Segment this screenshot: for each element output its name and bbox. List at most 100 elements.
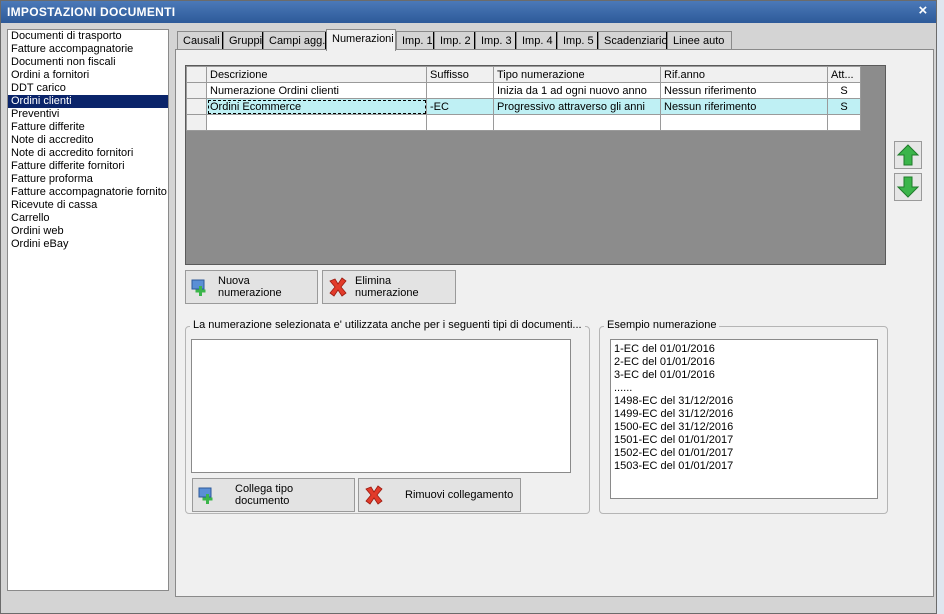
doc-type-item[interactable]: Ordini eBay (8, 238, 168, 251)
grid-row[interactable] (186, 114, 861, 131)
arrow-down-icon (896, 176, 920, 198)
doc-type-item[interactable]: Documenti di trasporto (8, 30, 168, 43)
title-bar: IMPOSTAZIONI DOCUMENTI × (1, 1, 936, 23)
cell-attivo[interactable]: S (827, 82, 861, 99)
grid-header-row: Descrizione Suffisso Tipo numerazione Ri… (186, 66, 861, 83)
cell-tipo-numerazione[interactable]: Progressivo attraverso gli anni (493, 98, 661, 115)
doc-type-item[interactable]: Ordini web (8, 225, 168, 238)
example-line: 1502-EC del 01/01/2017 (614, 447, 734, 459)
cell-attivo[interactable] (827, 114, 861, 131)
doc-type-item[interactable]: Fatture proforma (8, 173, 168, 186)
numbering-grid[interactable]: Descrizione Suffisso Tipo numerazione Ri… (186, 66, 861, 131)
doc-type-item[interactable]: Fatture accompagnatorie fornito (8, 186, 168, 199)
column-header-tipo-numerazione[interactable]: Tipo numerazione (493, 66, 661, 83)
doc-type-item[interactable]: Fatture differite fornitori (8, 160, 168, 173)
background-strip (937, 0, 944, 614)
example-line: 1501-EC del 01/01/2017 (614, 434, 734, 446)
tab-scadenziario[interactable]: Scadenziario (598, 31, 668, 50)
example-line: 1498-EC del 31/12/2016 (614, 395, 734, 407)
example-line: 2-EC del 01/01/2016 (614, 356, 715, 368)
tab-campi-agg[interactable]: Campi agg. (263, 31, 326, 50)
cell-descrizione[interactable]: Ordini Ecommerce (206, 98, 427, 115)
doc-type-item[interactable]: DDT carico (8, 82, 168, 95)
doc-type-item[interactable]: Fatture differite (8, 121, 168, 134)
settings-panel: Causali Gruppi Campi agg. Numerazioni Imp. 1… (175, 29, 934, 597)
delete-numbering-button[interactable]: Elimina numerazione (322, 270, 456, 304)
doc-type-item[interactable]: Note di accredito (8, 134, 168, 147)
tab-linee-auto[interactable]: Linee auto (667, 31, 732, 50)
red-x-icon (329, 277, 347, 297)
example-line: 3-EC del 01/01/2016 (614, 369, 715, 381)
tab-numerazioni[interactable]: Numerazioni (326, 29, 396, 51)
cell-descrizione[interactable] (206, 114, 427, 131)
doc-type-item[interactable]: Ordini clienti (8, 95, 168, 108)
new-numbering-button[interactable]: Nuova numerazione (185, 270, 318, 304)
close-icon: × (918, 2, 928, 19)
numerazioni-tab-content: Descrizione Suffisso Tipo numerazione Ri… (175, 49, 934, 597)
grid-row[interactable]: Numerazione Ordini clienti Inizia da 1 ad… (186, 82, 861, 99)
numbering-grid-area: Descrizione Suffisso Tipo numerazione Ri… (185, 65, 886, 265)
example-line: 1503-EC del 01/01/2017 (614, 460, 734, 472)
grid-row[interactable]: Ordini Ecommerce -EC Progressivo attravers… (186, 98, 861, 115)
cell-suffisso[interactable] (426, 82, 494, 99)
column-header-attivo[interactable]: Att... (827, 66, 861, 83)
linked-documents-list[interactable] (191, 339, 571, 473)
linked-documents-group: La numerazione selezionata e' utilizzata… (185, 319, 590, 514)
delete-numbering-label: Elimina numerazione (355, 275, 419, 299)
document-type-list[interactable]: Documenti di trasporto Fatture accompagna… (7, 29, 169, 591)
cell-descrizione[interactable]: Numerazione Ordini clienti (206, 82, 427, 99)
link-doc-type-button[interactable]: Collega tipo documento (192, 478, 355, 512)
column-header-suffisso[interactable]: Suffisso (426, 66, 494, 83)
doc-type-item[interactable]: Note di accredito fornitori (8, 147, 168, 160)
tab-causali[interactable]: Causali (177, 31, 223, 50)
row-indicator[interactable] (186, 114, 207, 131)
grid-corner-cell (186, 66, 207, 83)
add-document-icon (198, 487, 213, 504)
tab-imp-2[interactable]: Imp. 2 (434, 31, 475, 50)
remove-link-label: Rimuovi collegamento (405, 489, 514, 501)
column-header-rif-anno[interactable]: Rif.anno (660, 66, 828, 83)
cell-tipo-numerazione[interactable] (493, 114, 661, 131)
column-header-descrizione[interactable]: Descrizione (206, 66, 427, 83)
window-title: IMPOSTAZIONI DOCUMENTI (7, 5, 176, 19)
example-line: 1-EC del 01/01/2016 (614, 343, 715, 355)
cell-attivo[interactable]: S (827, 98, 861, 115)
row-indicator[interactable] (186, 98, 207, 115)
tab-imp-1[interactable]: Imp. 1 (396, 31, 434, 50)
example-numbering-list: 1-EC del 01/01/2016 2-EC del 01/01/2016 3-… (610, 339, 878, 499)
cell-tipo-numerazione[interactable]: Inizia da 1 ad ogni nuovo anno (493, 82, 661, 99)
doc-type-item[interactable]: Ordini a fornitori (8, 69, 168, 82)
cell-rif-anno[interactable]: Nessun riferimento (660, 98, 828, 115)
example-numbering-title: Esempio numerazione (604, 319, 720, 331)
doc-type-item[interactable]: Fatture accompagnatorie (8, 43, 168, 56)
tab-imp-5[interactable]: Imp. 5 (557, 31, 598, 50)
move-down-button[interactable] (894, 173, 922, 201)
remove-link-button[interactable]: Rimuovi collegamento (358, 478, 521, 512)
doc-type-item[interactable]: Ricevute di cassa (8, 199, 168, 212)
move-up-button[interactable] (894, 141, 922, 169)
link-doc-type-label: Collega tipo documento (235, 483, 294, 507)
cell-suffisso[interactable]: -EC (426, 98, 494, 115)
example-numbering-group: Esempio numerazione 1-EC del 01/01/2016 2… (599, 319, 888, 514)
arrow-up-icon (896, 144, 920, 166)
doc-type-item[interactable]: Carrello (8, 212, 168, 225)
settings-window: IMPOSTAZIONI DOCUMENTI × Documenti di tr… (0, 0, 937, 614)
example-line: 1499-EC del 31/12/2016 (614, 408, 734, 420)
close-button[interactable]: × (916, 2, 930, 19)
tab-imp-4[interactable]: Imp. 4 (516, 31, 557, 50)
example-line: ...... (614, 382, 633, 394)
new-numbering-label: Nuova numerazione (218, 275, 282, 299)
linked-documents-title: La numerazione selezionata e' utilizzata… (190, 319, 585, 331)
cell-rif-anno[interactable] (660, 114, 828, 131)
doc-type-item[interactable]: Preventivi (8, 108, 168, 121)
cell-suffisso[interactable] (426, 114, 494, 131)
cell-rif-anno[interactable]: Nessun riferimento (660, 82, 828, 99)
row-indicator[interactable] (186, 82, 207, 99)
tab-gruppi[interactable]: Gruppi (223, 31, 263, 50)
tab-imp-3[interactable]: Imp. 3 (475, 31, 516, 50)
red-x-icon (365, 485, 383, 505)
doc-type-item[interactable]: Documenti non fiscali (8, 56, 168, 69)
add-document-icon (191, 279, 206, 296)
example-line: 1500-EC del 31/12/2016 (614, 421, 734, 433)
tab-strip: Causali Gruppi Campi agg. Numerazioni Imp. 1… (175, 29, 934, 51)
